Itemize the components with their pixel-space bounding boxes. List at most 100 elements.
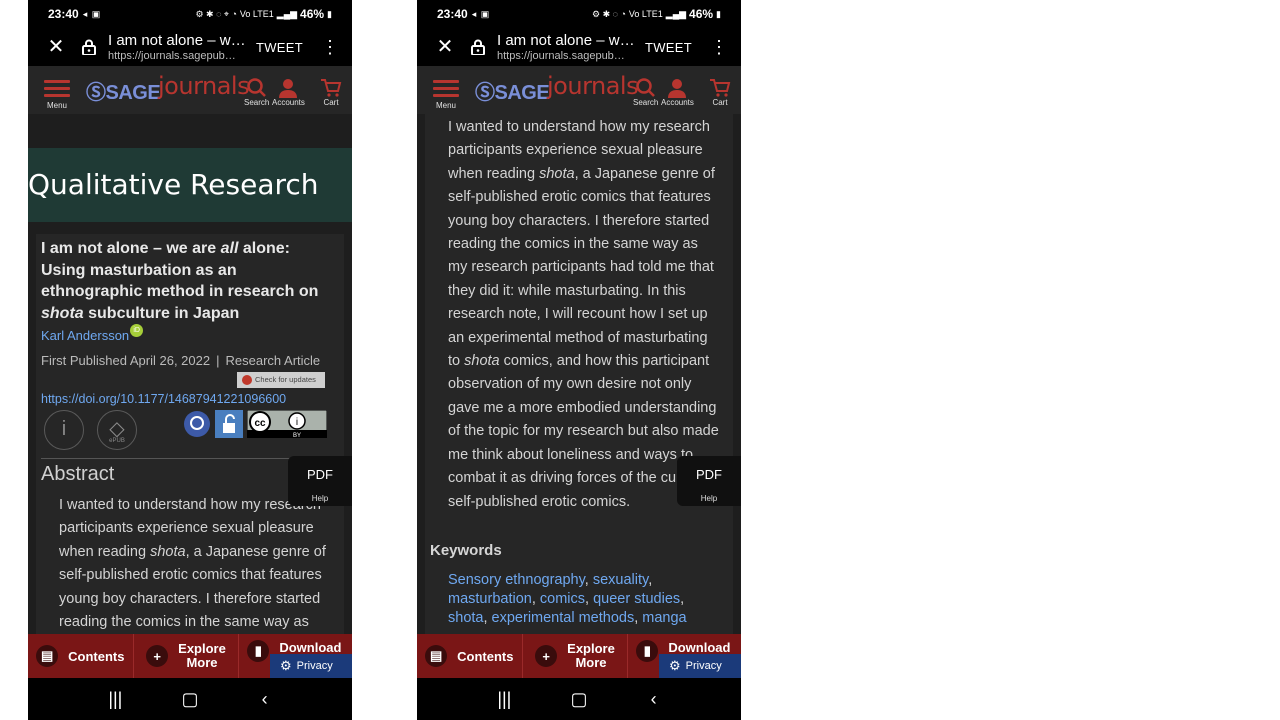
tweet-button[interactable]: TWEET [645,40,692,55]
pdf-flyout[interactable]: PDF Help [677,456,741,506]
accounts-button[interactable]: Accounts [272,78,305,107]
site-header: Menu ⓈSAGE journals Search Accounts Cart [417,66,741,114]
recent-apps-icon[interactable]: ||| [489,689,519,710]
menu-button[interactable]: Menu [44,80,70,110]
network-indicator: Vo LTE1 [239,9,274,19]
article-tools: i ◇ ePUB cc i BY [41,410,339,452]
keyword-link[interactable]: masturbation [448,591,532,607]
journal-name[interactable]: Qualitative Research [28,168,319,201]
plus-icon: + [146,645,169,667]
keyword-link[interactable]: sexuality [593,572,648,588]
battery-level: 46% [689,7,714,21]
search-label: Search [244,98,270,107]
journals-logo[interactable]: journals [547,72,639,100]
tab-title: I am not alone – w… [108,32,246,49]
journal-banner: Qualitative Research [28,148,352,222]
gear-icon: ⚙ [280,658,292,673]
epub-icon: ◇ [109,418,125,440]
contents-button[interactable]: ▤ Contents [28,634,134,678]
keyword-link[interactable]: manga [642,610,686,626]
keyword-link[interactable]: experimental methods [492,610,635,626]
help-label[interactable]: Help [677,494,741,503]
keyword-link[interactable]: comics [540,591,585,607]
tab-title: I am not alone – w… [497,32,635,49]
contents-icon: ▤ [425,645,448,667]
contents-button[interactable]: ▤ Contents [417,634,523,678]
accounts-label: Accounts [661,98,694,107]
more-options-icon[interactable]: ⋮ [710,37,728,58]
cart-button[interactable]: Cart [709,78,731,107]
first-published: First Published April 26, 2022 [41,353,211,368]
close-icon[interactable]: ✕ [435,37,455,57]
recent-apps-icon[interactable]: ||| [100,689,130,710]
sage-logo[interactable]: ⓈSAGE [86,76,161,105]
signal-icon: ▂▄▆ [665,8,687,19]
battery-icon: ▮ [716,8,721,19]
keyword-link[interactable]: shota [448,610,483,626]
pdf-label: PDF [696,467,722,482]
back-icon[interactable]: ‹ [250,689,280,710]
tab-title-block[interactable]: I am not alone – w… https://journals.sag… [108,32,248,62]
privacy-button[interactable]: ⚙ Privacy [270,654,352,678]
check-updates-badge[interactable]: Check for updates [237,372,325,388]
status-bar: 23:40 ◂ ▣ ⚙ ✱ ◌ ⌖ ◔ Vo LTE1 ▂▄▆ 46% ▮ [28,0,352,28]
custom-tab-bar: ✕ I am not alone – w… https://journals.s… [28,28,352,66]
tweet-button[interactable]: TWEET [256,40,303,55]
lock-icon[interactable] [82,39,96,55]
close-icon[interactable]: ✕ [46,37,66,57]
author-link[interactable]: Karl Andersson [41,328,129,343]
journals-logo[interactable]: journals [158,72,250,100]
menu-label: Menu [435,101,456,110]
tab-title-block[interactable]: I am not alone – w… https://journals.sag… [497,32,637,62]
epub-button[interactable]: ◇ ePUB [97,410,137,450]
cc-by-license-icon[interactable]: cc i BY [247,410,327,438]
pdf-flyout[interactable]: PDF Help [288,456,352,506]
status-bar: 23:40 ◂ ▣ ⚙ ✱ ◌ ◔ Vo LTE1 ▂▄▆ 46% ▮ [417,0,741,28]
system-icons: ⚙ ✱ ◌ ⌖ ◔ [195,8,237,19]
search-icon [635,78,655,97]
gear-icon: ⚙ [669,658,681,673]
system-icons: ⚙ ✱ ◌ ◔ [592,8,626,19]
info-icon: i [61,418,67,440]
privacy-button[interactable]: ⚙ Privacy [659,654,741,678]
info-button[interactable]: i [44,410,84,450]
pdf-label: PDF [307,467,333,482]
publication-info: First Published April 26, 2022 | Research … [41,353,321,368]
search-icon [246,78,266,97]
user-icon [668,79,687,98]
accounts-button[interactable]: Accounts [661,78,694,107]
svg-text:cc: cc [254,418,266,429]
abstract-text: I wanted to understand how my research p… [59,497,326,631]
open-access-icon [184,411,210,437]
battery-level: 46% [300,7,325,21]
doi-link[interactable]: https://doi.org/10.1177/1468794122109660… [41,392,339,406]
article-title: I am not alone – we are all alone: Using… [41,240,319,322]
explore-more-button[interactable]: + Explore More [134,634,240,678]
keywords-heading: Keywords [430,541,502,559]
cart-button[interactable]: Cart [320,78,342,107]
menu-button[interactable]: Menu [433,80,459,110]
orcid-icon[interactable]: iD [130,324,144,337]
back-icon[interactable]: ‹ [639,689,669,710]
keyword-link[interactable]: Sensory ethnography [448,572,585,588]
home-icon[interactable]: ▢ [175,689,205,710]
home-icon[interactable]: ▢ [564,689,594,710]
status-right: ⚙ ✱ ◌ ◔ Vo LTE1 ▂▄▆ 46% ▮ [592,7,721,21]
search-label: Search [633,98,659,107]
article-body: I wanted to understand how my research p… [425,114,733,634]
plus-icon: + [535,645,558,667]
download-icon: ▮ [636,640,659,662]
cart-label: Cart [712,98,728,107]
lock-icon[interactable] [471,39,485,55]
custom-tab-bar: ✕ I am not alone – w… https://journals.s… [417,28,741,66]
help-label[interactable]: Help [288,494,352,503]
cart-label: Cart [323,98,339,107]
search-button[interactable]: Search [244,78,269,107]
search-button[interactable]: Search [633,78,658,107]
more-options-icon[interactable]: ⋮ [321,37,339,58]
svg-text:BY: BY [293,433,301,438]
sage-logo[interactable]: ⓈSAGE [475,76,550,105]
explore-more-button[interactable]: + Explore More [523,634,629,678]
abstract-text: I wanted to understand how my research p… [448,119,721,510]
keyword-link[interactable]: queer studies [593,591,680,607]
